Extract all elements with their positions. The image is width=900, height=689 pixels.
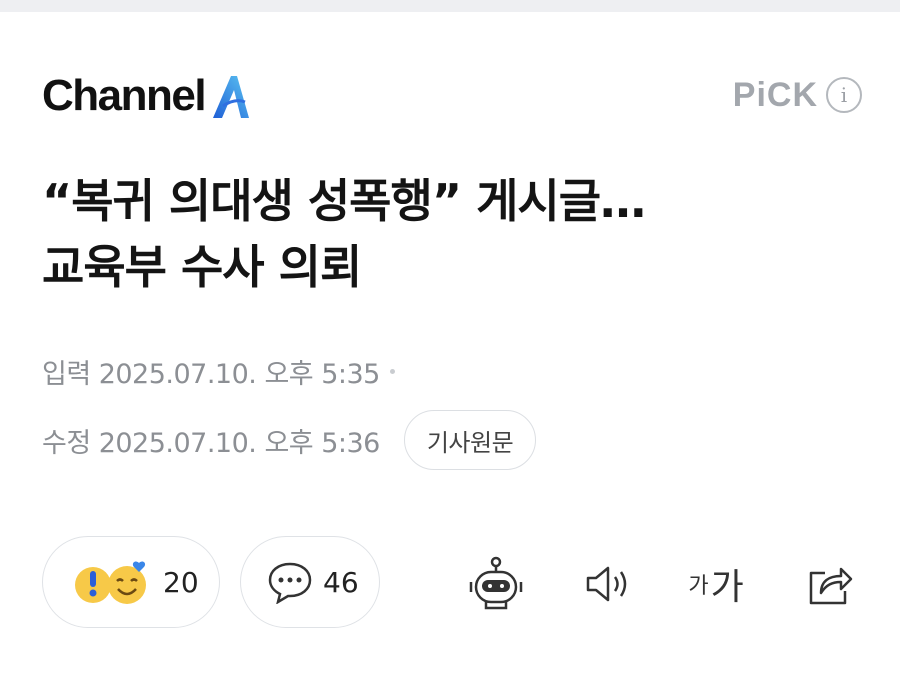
top-status-strip <box>0 0 900 12</box>
brand-header: Channel PiCK i <box>42 64 862 128</box>
comment-bubble-icon <box>268 562 312 604</box>
input-timestamp-row: 입력 2025.07.10. 오후 5:35 <box>42 352 395 391</box>
reaction-emoji-icon <box>75 561 146 604</box>
font-size-large-glyph: 가 <box>710 567 744 608</box>
font-size-small-glyph: 가 <box>688 574 709 599</box>
read-aloud-button[interactable] <box>580 556 636 612</box>
comment-count: 46 <box>323 565 359 599</box>
article-headline: “복귀 의대생 성폭행” 게시글… 교육부 수사 의뢰 <box>42 168 872 300</box>
reaction-button[interactable]: 20 <box>42 536 220 628</box>
font-size-button[interactable]: 가 가 <box>688 556 744 612</box>
logo-text: Channel <box>42 71 207 120</box>
headline-line-1: “복귀 의대생 성폭행” 게시글… <box>42 174 646 228</box>
edit-label: 수정 <box>42 427 91 459</box>
logo-a-mark-icon <box>213 76 250 118</box>
ai-summary-button[interactable] <box>468 556 524 612</box>
pick-badge[interactable]: PiCK i <box>733 76 862 114</box>
robot-summary-icon <box>469 556 523 610</box>
comment-button[interactable]: 46 <box>240 536 380 628</box>
edit-timestamp-row: 수정 2025.07.10. 오후 5:36 기사원문 <box>42 410 537 470</box>
share-icon <box>809 567 853 605</box>
speaker-icon <box>586 566 627 602</box>
reaction-count: 20 <box>163 565 199 599</box>
channel-a-logo[interactable]: Channel <box>42 72 253 120</box>
separator-dot <box>389 369 395 374</box>
headline-line-2: 교육부 수사 의뢰 <box>42 240 362 294</box>
input-label: 입력 <box>42 359 91 390</box>
edit-time: 2025.07.10. 오후 5:36 <box>98 427 381 459</box>
info-icon[interactable]: i <box>826 77 862 113</box>
article-action-bar: 20 46 가 가 <box>42 536 862 628</box>
input-time: 2025.07.10. 오후 5:35 <box>98 359 381 390</box>
original-article-button[interactable]: 기사원문 <box>403 410 537 470</box>
pick-label: PiCK <box>732 76 818 114</box>
share-button[interactable] <box>802 556 858 612</box>
